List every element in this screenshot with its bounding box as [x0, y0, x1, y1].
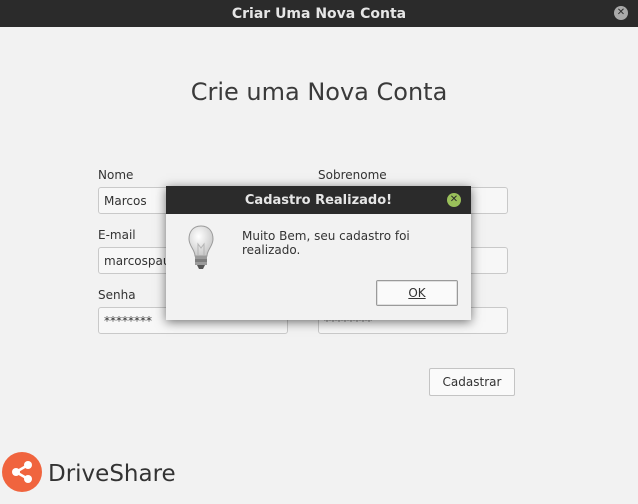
dialog-message: Muito Bem, seu cadastro foi realizado. [242, 229, 410, 257]
dialog-title: Cadastro Realizado! [244, 192, 393, 208]
brand-name: DriveShare [48, 461, 176, 487]
cadastrar-button[interactable]: Cadastrar [429, 368, 515, 396]
dialog-close-icon[interactable]: ✕ [447, 193, 461, 207]
sobrenome-label: Sobrenome [318, 168, 387, 182]
dialog-titlebar: Cadastro Realizado! ✕ [166, 186, 471, 214]
nome-label: Nome [98, 168, 134, 182]
page-title: Crie uma Nova Conta [190, 78, 448, 106]
senha-label: Senha [98, 288, 136, 302]
window-titlebar: Criar Uma Nova Conta ✕ [0, 0, 638, 27]
lightbulb-icon [187, 224, 215, 272]
success-dialog: Cadastro Realizado! ✕ Muito Bem, seu cad… [166, 186, 471, 320]
ok-button[interactable]: OK [376, 280, 458, 306]
close-icon[interactable]: ✕ [614, 6, 628, 20]
share-icon [2, 452, 42, 492]
ok-button-label: OK [408, 286, 426, 300]
window-title: Criar Uma Nova Conta [231, 5, 407, 22]
email-label: E-mail [98, 228, 136, 242]
